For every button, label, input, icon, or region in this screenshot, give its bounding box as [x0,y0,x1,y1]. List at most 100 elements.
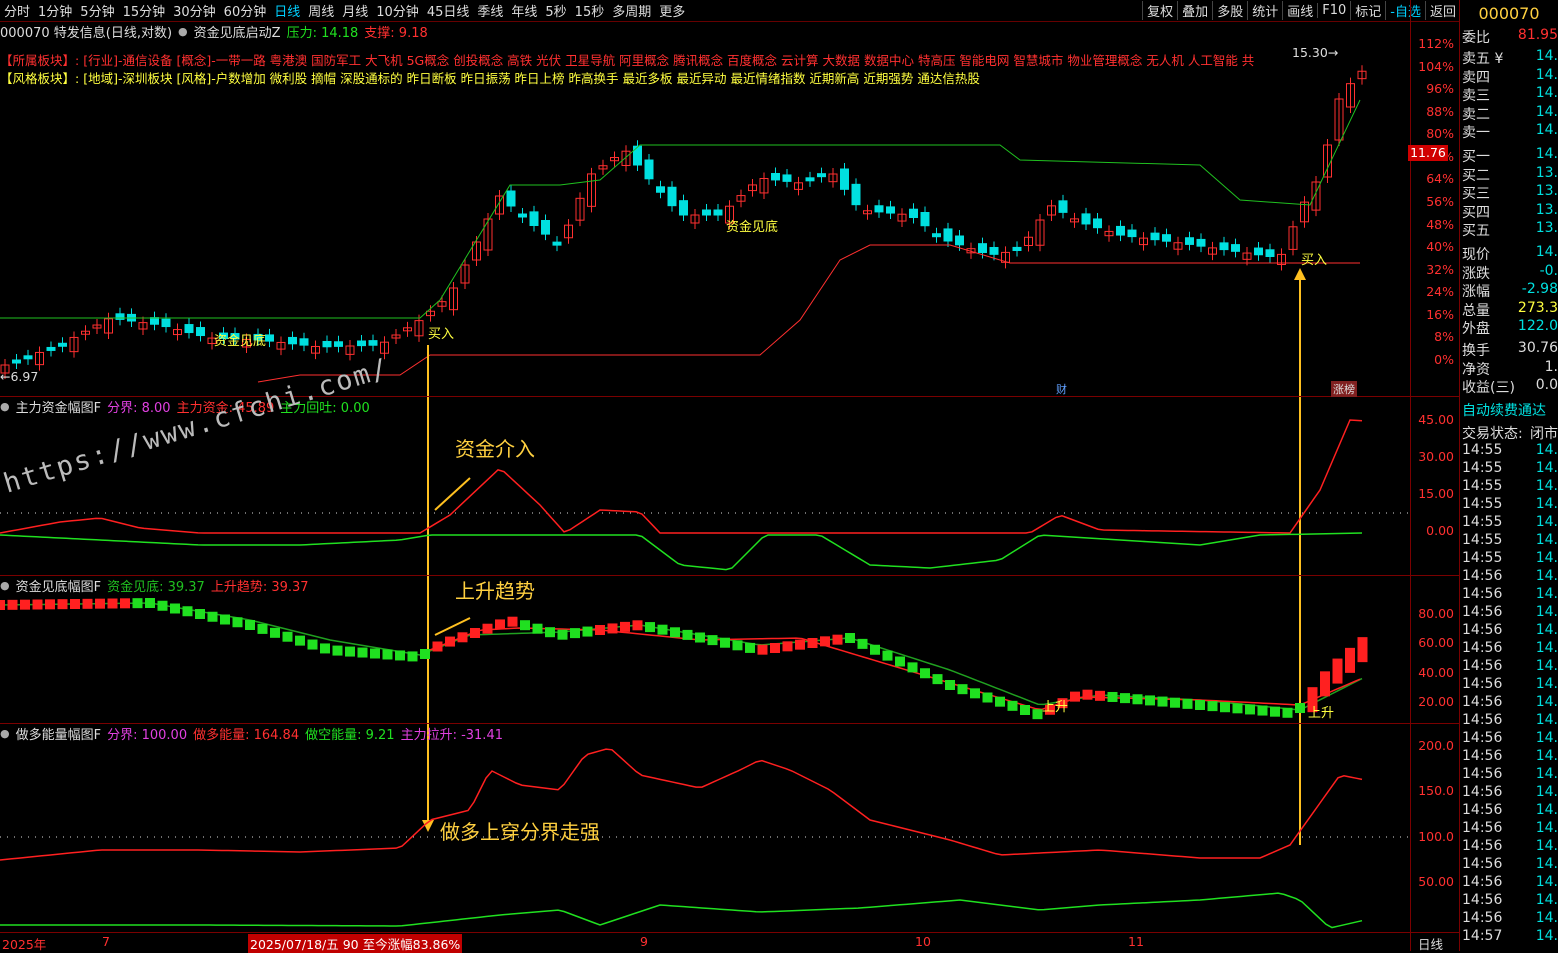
trend-bar [1195,700,1205,710]
panel1-name[interactable]: 主力资金幅图F [16,397,101,416]
tick-row: 14:56 14. [1462,856,1558,872]
ask-row: 卖三 14. [1462,85,1558,103]
panel2-dropdown-icon[interactable]: ● [0,579,10,592]
trend-bar [982,692,993,703]
panel3-dropdown-icon[interactable]: ● [0,727,10,740]
limit-up-marker[interactable]: 涨榜 [1331,381,1357,397]
trend-bar [682,629,693,640]
ask-row: 卖二 14. [1462,103,1558,122]
axis-tick-label: 40.00 [1418,664,1454,680]
trend-bar [1107,691,1118,702]
panel2-name[interactable]: 资金见底幅图F [16,576,101,595]
bid-row: 买五 13. [1462,220,1558,238]
stat-row: 涨幅 -2.98 [1462,281,1558,299]
trend-bar [782,641,793,652]
trend-bar [307,639,318,650]
panel3-axis: 200.0 150.0 100.0 50.00 [1412,724,1458,932]
fund-bottom-label: 资金见底 [726,220,779,235]
trend-bar [120,598,130,609]
axis-tick-label: 0% [1434,352,1454,367]
axis-tick-label: 48% [1426,216,1454,232]
period-label[interactable]: 日线 [1418,934,1443,953]
trend-bar [1120,693,1130,704]
tick-row: 14:55 14. [1462,460,1558,476]
trend-bar [495,619,505,630]
annotation-arrow [434,477,471,511]
tick-row: 14:57 14. [1462,928,1558,944]
candle-body [874,205,884,213]
trend-bar [95,598,105,609]
tick-row: 14:56 14. [1462,838,1558,854]
ask-row: 卖一 14. [1462,122,1558,140]
trend-bar [1220,702,1230,713]
trend-bar [1332,658,1343,684]
candle-body [989,247,999,255]
trend-bar [545,627,555,638]
ask-row: 卖四 14. [1462,66,1558,85]
bid-row: 买三 13. [1462,183,1558,201]
month-label: 10 [915,934,931,949]
candle-body [1196,238,1206,247]
candle-body [288,336,297,345]
axis-tick-label: 100.0 [1418,828,1454,844]
candle-body [322,340,332,348]
trend-bar [1232,703,1243,714]
trend-bar [1257,705,1268,716]
candle-body [1162,234,1171,242]
trend-bar [57,599,68,610]
finance-marker[interactable]: 财 [1056,381,1067,397]
trend-bar [882,650,893,661]
trend-bar [1132,694,1143,705]
trend-bar [507,616,518,627]
trend-bar [1157,696,1168,707]
candle-body [1254,247,1263,256]
panel2-trend: 上升趋势: 39.37 [210,579,309,595]
support-line [257,244,1360,383]
candle-body [679,200,688,216]
trade-state-row: 交易状态: 闭市 [1462,426,1558,441]
stat-row: 涨跌 -0. [1462,262,1558,281]
trend-bar [220,614,230,625]
trend-bar [32,599,43,610]
trend-bar [945,680,955,690]
trend-bar [645,622,655,633]
tick-row: 14:56 14. [1462,694,1558,710]
candle-body [12,359,21,364]
axis-tick-label: 8% [1434,329,1454,345]
candle-body [943,228,953,242]
stock-code: 000070 [1478,4,1540,23]
panel1-dropdown-icon[interactable]: ● [0,400,10,413]
candle-body [920,212,930,227]
candle-body [1012,246,1022,252]
bid-row: 买一 14. [1462,146,1558,164]
panel3-pull: 主力拉升: -31.41 [400,727,503,743]
trend-bar [1270,706,1280,717]
axis-tick-label: 45.00 [1418,412,1454,427]
trend-bar [1032,709,1043,720]
pullback-line [0,532,1363,571]
trend-bar [1095,690,1105,701]
axis-tick-label: 60.00 [1418,635,1454,651]
trend-bar [357,647,368,658]
candle-body [771,173,780,181]
candle-body [978,243,987,254]
trend-bar [557,629,568,640]
trend-bar [345,646,355,657]
quote-panel: 000070 委比 81.95 卖五 ¥14. 卖四 14. 卖三 14. 卖二 14. 卖一 14… [1460,0,1558,951]
tick-row: 14:56 14. [1462,766,1558,782]
candle-body [518,213,527,218]
panel1-axis: 45.00 30.00 15.00 0.00 [1412,397,1458,575]
stat-row: 现价 14. [1462,244,1558,262]
tick-row: 14:55 14. [1462,550,1558,566]
trend-bar [632,620,643,631]
year-label: 2025年 [2,937,47,952]
trend-bar [132,598,143,609]
kline-chart-canvas[interactable] [0,0,1410,932]
candle-body [115,313,125,320]
annotation-uptrend: 上升趋势 [455,579,535,603]
tick-row: 14:56 14. [1462,874,1558,890]
trend-bar [382,649,393,660]
panel3-name[interactable]: 做多能量幅图F [16,724,101,743]
axis-tick-label: 64% [1426,171,1454,187]
trend-bar [7,599,18,610]
